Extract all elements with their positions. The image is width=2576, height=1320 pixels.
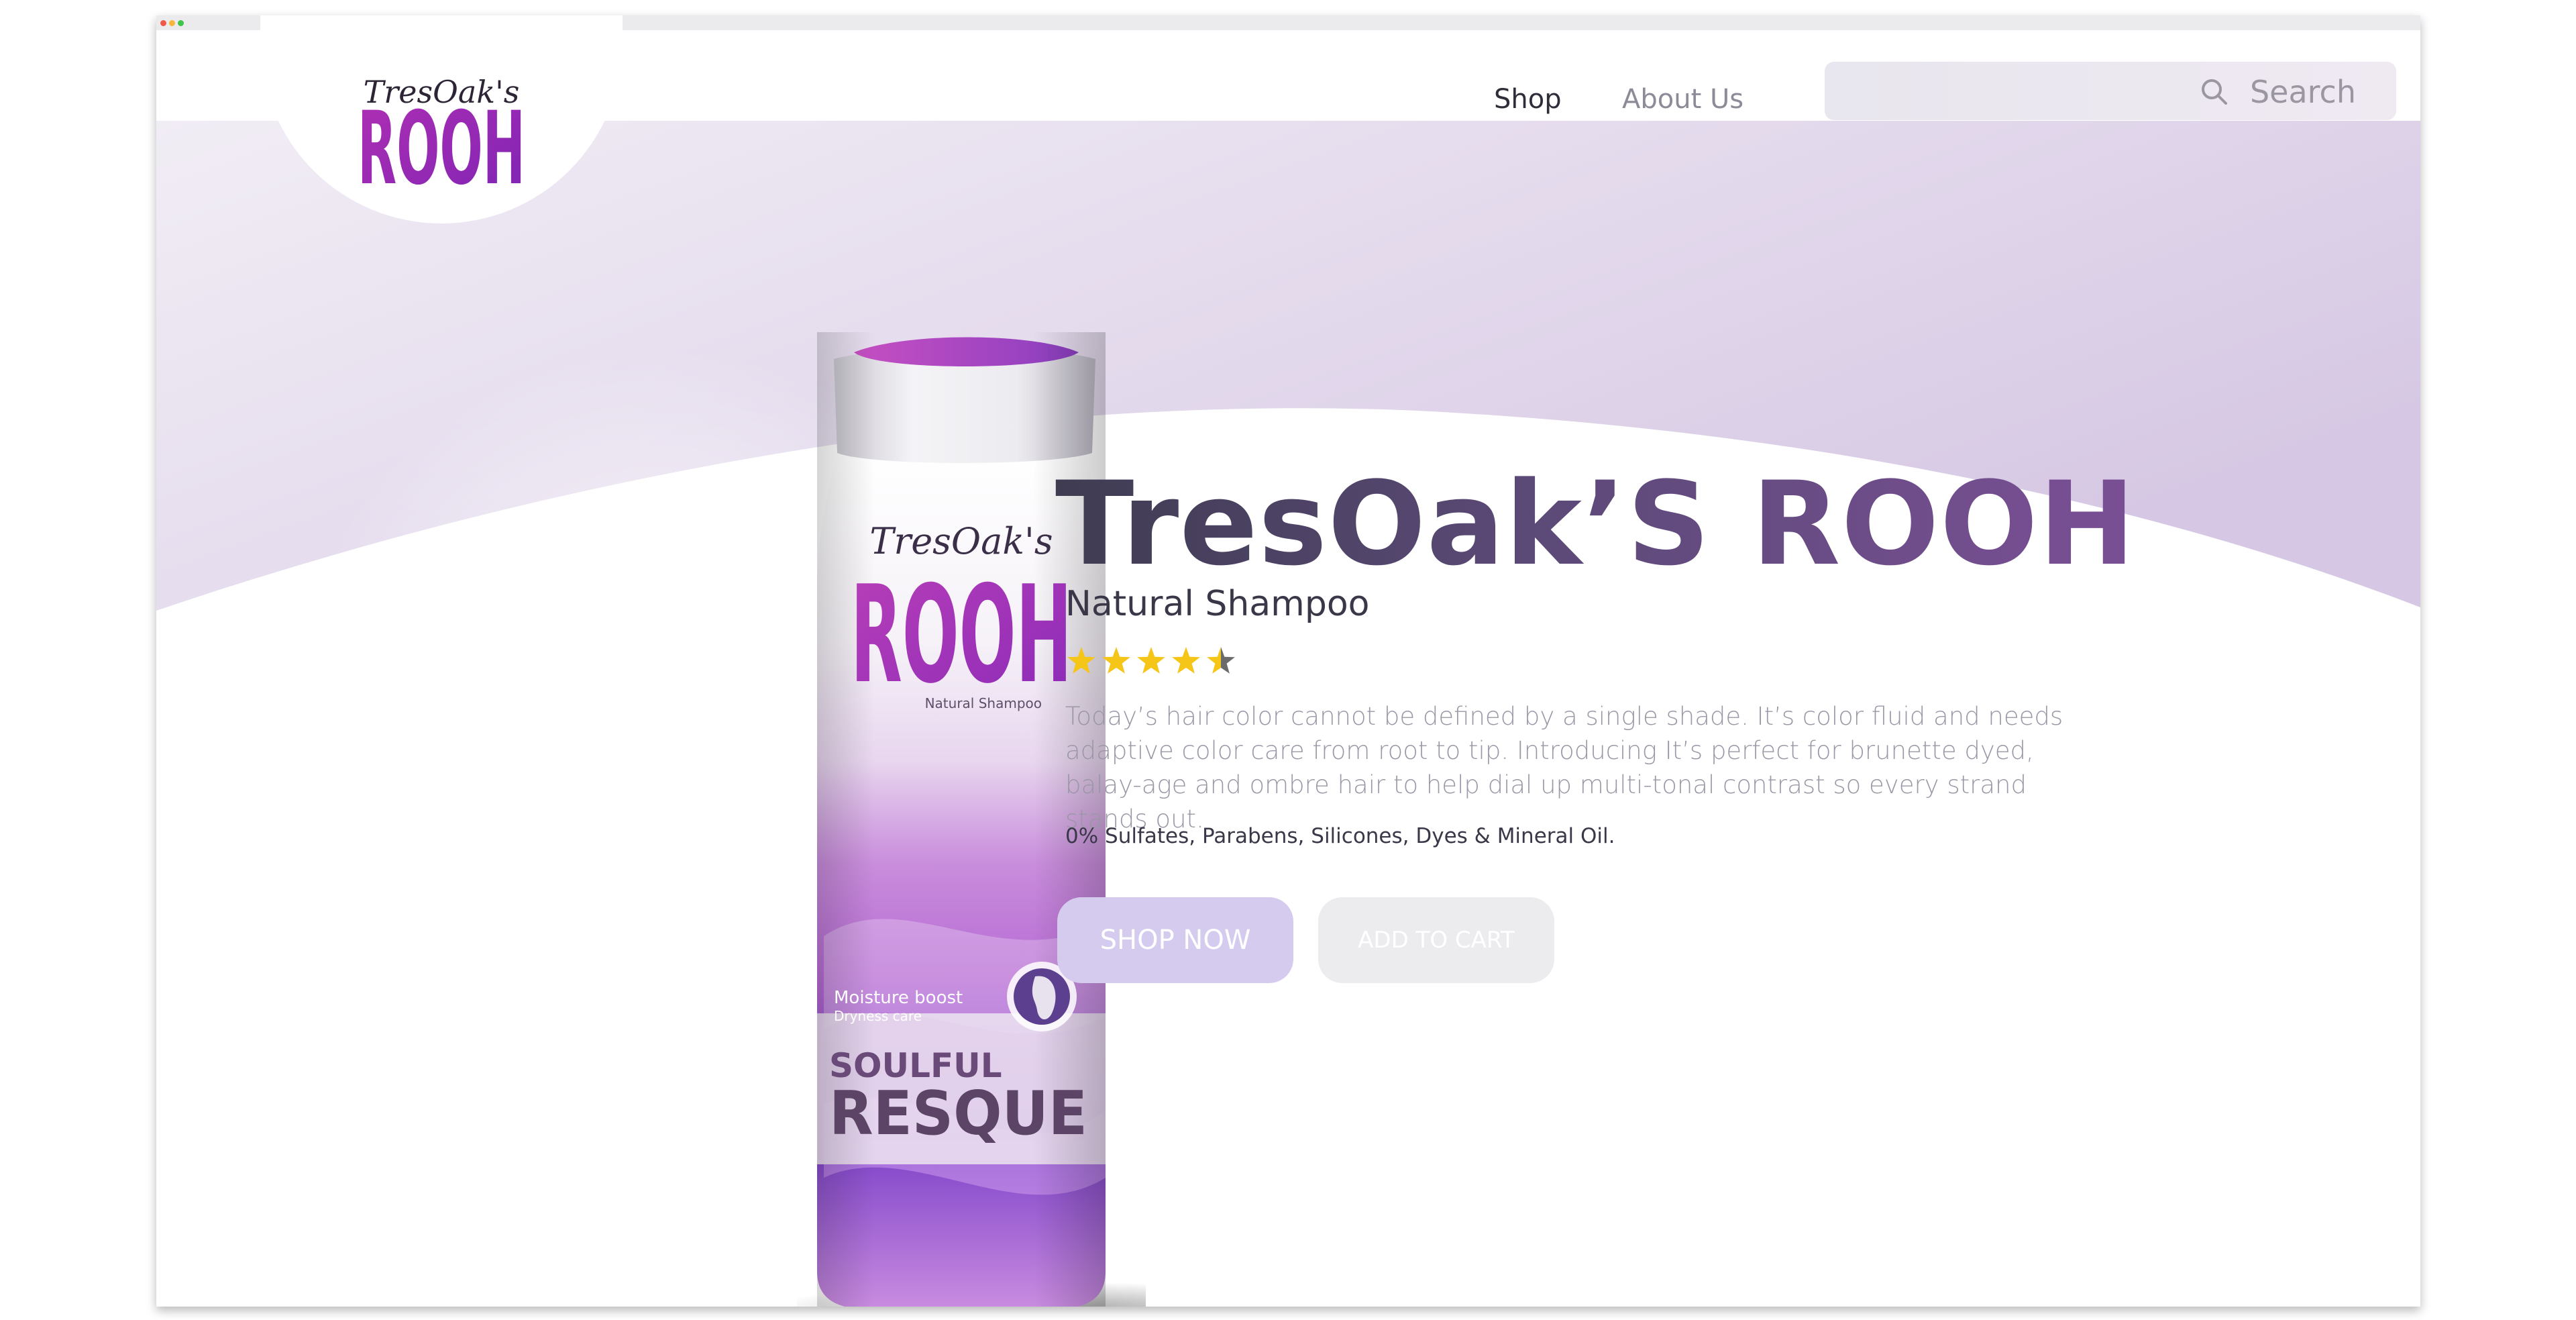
shop-now-button[interactable]: SHOP NOW [1057, 897, 1293, 983]
bottle-brand-logo: ROOH [851, 557, 1072, 713]
add-to-cart-button[interactable]: ADD TO CART [1318, 897, 1554, 983]
product-subtitle: Natural Shampoo [1065, 584, 1370, 624]
star-icon [1207, 647, 1235, 674]
search-bar[interactable]: Search [1825, 62, 2396, 120]
browser-window: TresOak's ROOH Natural Shampoo Moisture … [156, 15, 2420, 1307]
product-title: TresOak’S ROOH [1055, 456, 2136, 591]
star-icon [1137, 647, 1165, 674]
close-dot[interactable] [160, 20, 166, 26]
star-icon [1172, 647, 1200, 674]
minimize-dot[interactable] [169, 20, 175, 26]
star-icon [1102, 647, 1130, 674]
logo-main-text: ROOH [358, 91, 525, 190]
bottle-benefit-2: Dryness care [834, 1008, 922, 1024]
maximize-dot[interactable] [178, 20, 184, 26]
product-description: Today’s hair color cannot be defined by … [1065, 702, 2063, 833]
hero-section: TresOak's ROOH Natural Shampoo Moisture … [156, 121, 2420, 1307]
nav-about-link[interactable]: About Us [1622, 84, 1743, 115]
nav-shop-link[interactable]: Shop [1494, 84, 1562, 115]
star-icon [1067, 647, 1095, 674]
brand-logo[interactable]: TresOak's ROOH [354, 66, 529, 190]
search-placeholder: Search [2249, 74, 2356, 110]
ingredients-note: 0% Sulfates, Parabens, Silicones, Dyes &… [1065, 824, 1615, 848]
search-icon [2202, 79, 2227, 105]
bottle-name-line-2: RESQUE [829, 1078, 1087, 1149]
bottle-tagline: Natural Shampoo [925, 695, 1042, 711]
bottle-brand-script: TresOak's [869, 520, 1053, 562]
rating-stars [1067, 647, 1235, 674]
bottle-benefit-1: Moisture boost [834, 988, 963, 1008]
